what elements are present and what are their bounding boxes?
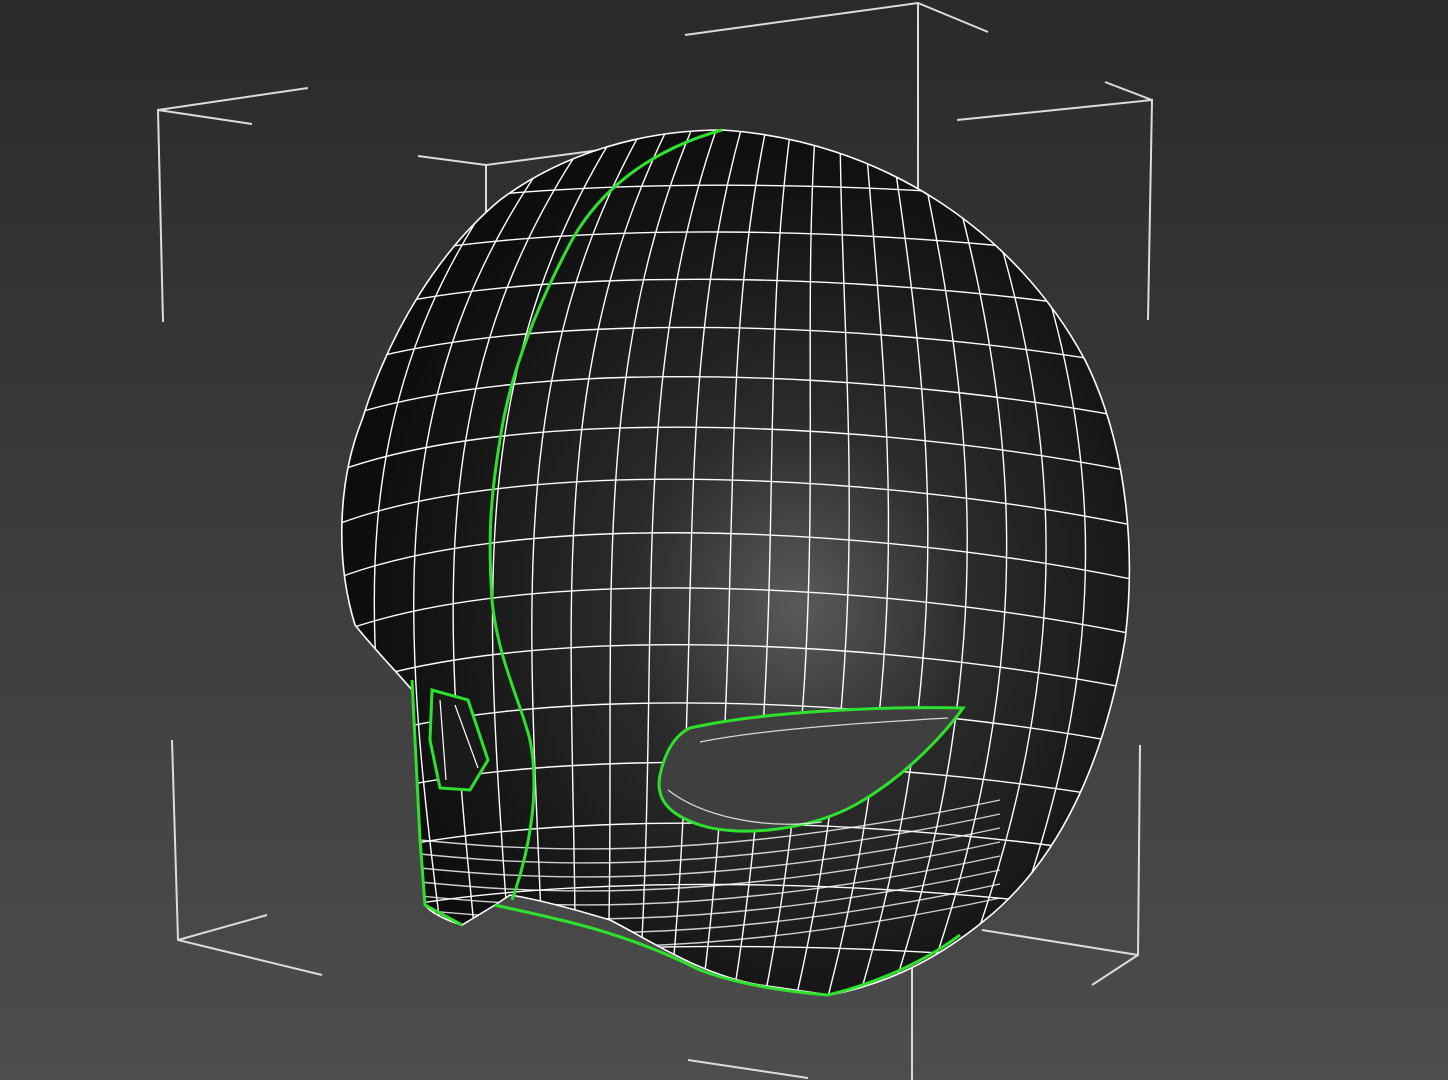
viewport[interactable] [0, 0, 1448, 1080]
helmet-mesh[interactable] [330, 110, 1150, 1010]
scene-canvas[interactable] [0, 0, 1448, 1080]
